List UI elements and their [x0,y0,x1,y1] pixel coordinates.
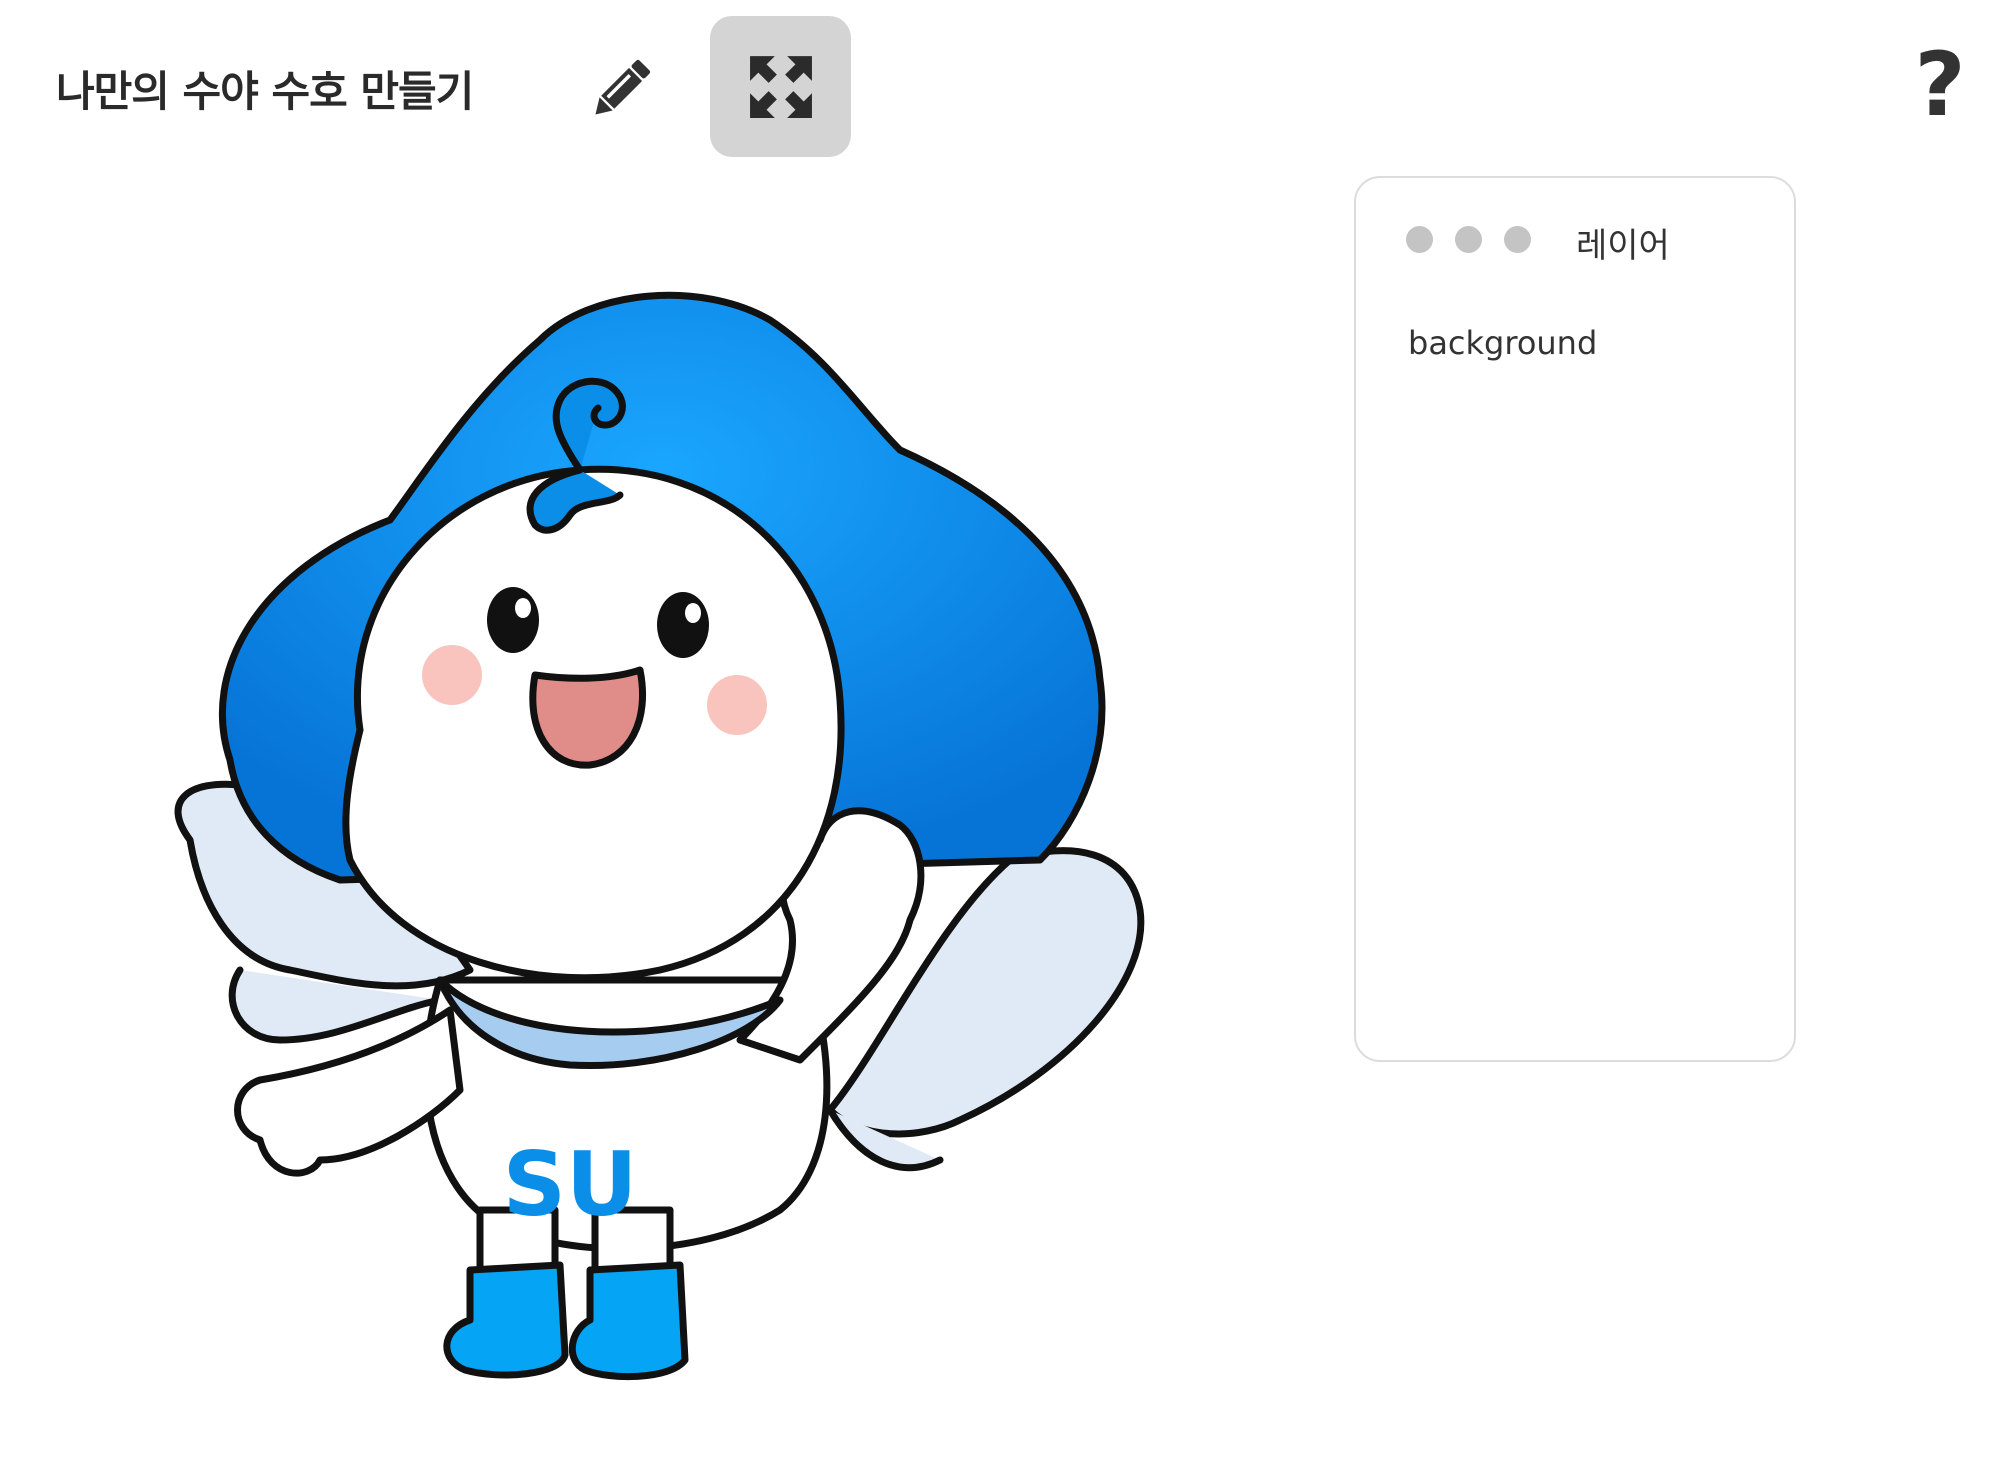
page-title: 나만의 수야 수호 만들기 [56,67,474,116]
mascot-character: SU [174,291,1145,1380]
pencil-icon [595,59,651,115]
layer-list: background [1408,320,1774,366]
edit-button[interactable] [578,48,662,132]
drawing-canvas[interactable]: SU [120,260,1220,1420]
window-dots [1406,226,1531,253]
layer-panel: 레이어 background [1354,176,1796,1062]
window-dot [1504,226,1531,253]
help-button[interactable]: ? [1905,40,1975,130]
window-dot [1406,226,1433,253]
expand-arrows-icon [749,55,812,118]
shirt-text: SU [503,1133,638,1236]
layer-panel-title: 레이어 [1576,226,1670,266]
fullscreen-button[interactable] [710,16,851,157]
window-dot [1455,226,1482,253]
layer-item-background[interactable]: background [1408,320,1774,366]
